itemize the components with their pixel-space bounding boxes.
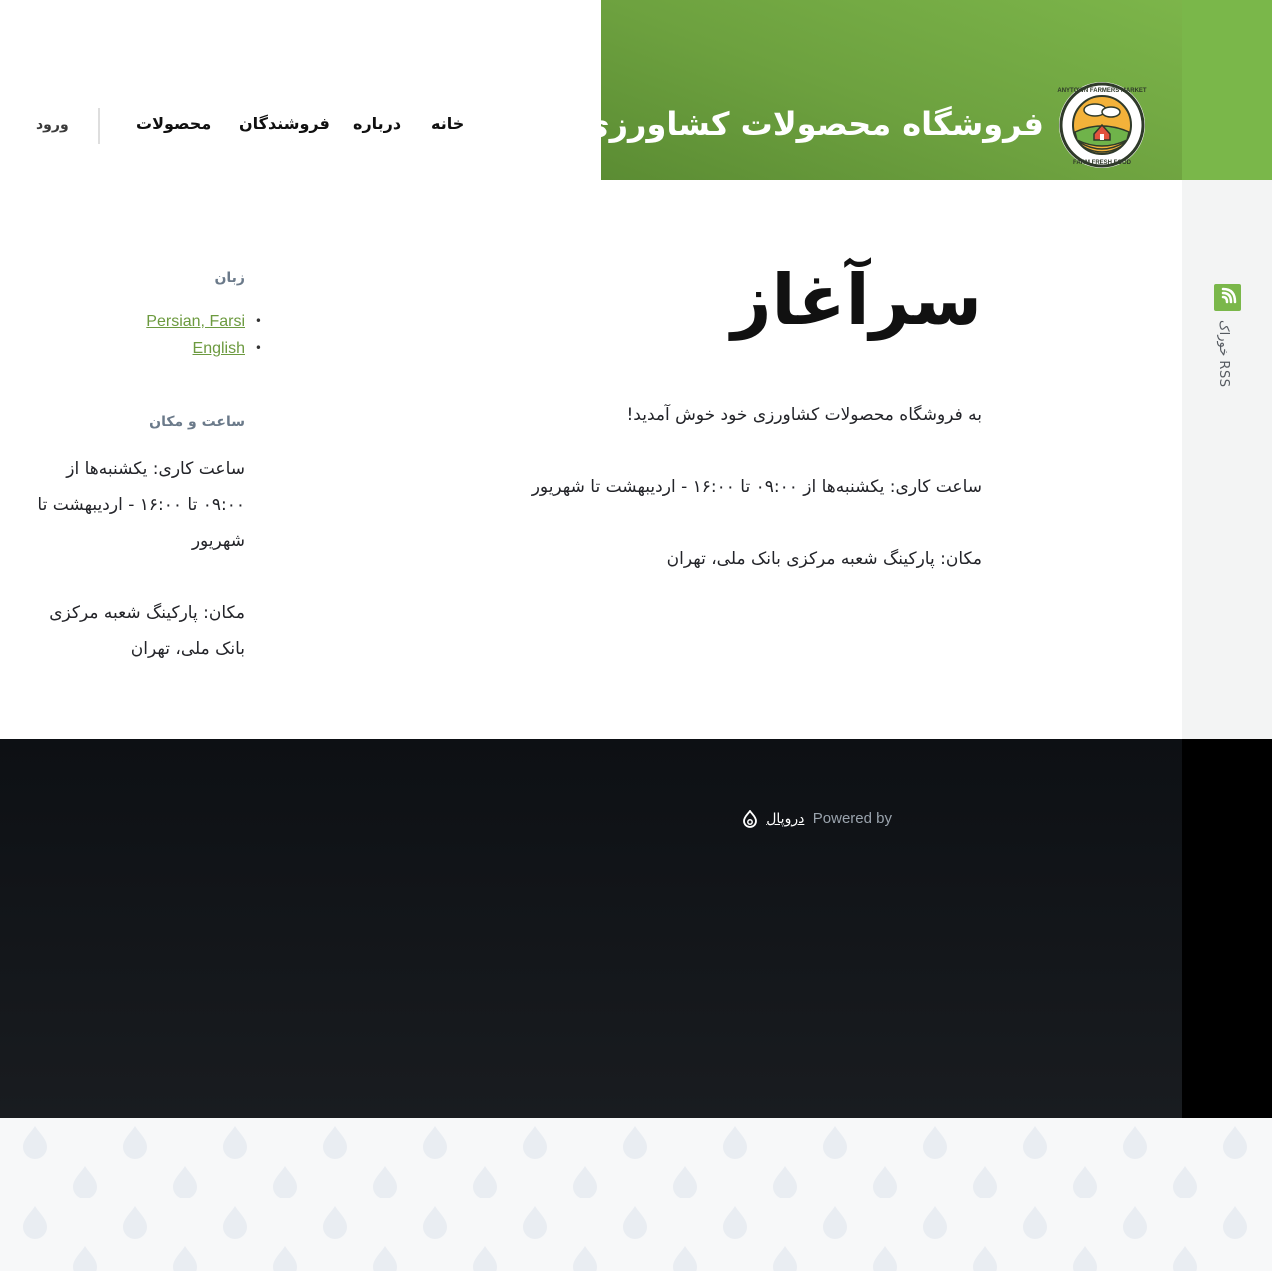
logo-text-bottom: FARM FRESH FOOD [1073, 160, 1132, 166]
header-corner-block [1182, 0, 1272, 180]
rss-icon[interactable] [1214, 284, 1241, 311]
page-title: سرآغاز [731, 259, 982, 341]
language-item: English [146, 335, 262, 362]
sidebar-location-text: مکان: پارکینگ شعبه مرکزی بانک ملی، تهران [49, 603, 245, 659]
main-navigation: خانه درباره فروشندگان محصولات ورود [0, 108, 601, 144]
nav-vendors-link[interactable]: فروشندگان [239, 114, 330, 133]
language-link-persian[interactable]: Persian, Farsi [146, 313, 245, 330]
language-block-title: زبان [214, 270, 245, 286]
welcome-text: به فروشگاه محصولات کشاورزی خود خوش آمدید… [626, 405, 982, 425]
drop-pattern-background [0, 1118, 1272, 1271]
nav-home-link[interactable]: خانه [431, 114, 464, 133]
site-footer: دروپال Powered by [0, 739, 1182, 1118]
site-branding: ANYTOWN FARMERS MARKET FARM FRESH FOOD ف… [580, 0, 1182, 180]
farmers-market-logo[interactable]: ANYTOWN FARMERS MARKET FARM FRESH FOOD [1057, 80, 1147, 170]
language-item: Persian, Farsi [146, 308, 261, 335]
footer-rail [1182, 739, 1272, 1118]
rss-feed-link[interactable]: خوراک RSS [1216, 320, 1231, 387]
social-rail: خوراک RSS [1182, 180, 1272, 739]
hours-text: ساعت کاری: یکشنبه‌ها از ۰۹:۰۰ تا ۱۶:۰۰ -… [531, 477, 982, 497]
hours-block-title: ساعت و مکان [149, 414, 245, 430]
drupal-link[interactable]: دروپال [766, 811, 804, 827]
language-link-english[interactable]: English [193, 340, 245, 357]
powered-by-label: Powered by [812, 810, 892, 827]
sidebar-hours-text: ساعت کاری: یکشنبه‌ها از ۰۹:۰۰ تا ۱۶:۰۰ -… [37, 459, 245, 551]
site-title[interactable]: فروشگاه محصولات کشاورزی [580, 102, 1044, 146]
nav-products-link[interactable]: محصولات [136, 114, 211, 133]
language-switcher: Persian, Farsi English [146, 308, 262, 362]
login-link[interactable]: ورود [36, 117, 69, 133]
logo-text-top: ANYTOWN FARMERS MARKET [1057, 88, 1147, 94]
drupal-drop-icon [743, 810, 758, 828]
nav-about-link[interactable]: درباره [353, 114, 401, 133]
powered-by: دروپال Powered by [742, 810, 892, 828]
location-text: مکان: پارکینگ شعبه مرکزی بانک ملی، تهران [666, 549, 982, 569]
nav-divider [98, 108, 100, 144]
